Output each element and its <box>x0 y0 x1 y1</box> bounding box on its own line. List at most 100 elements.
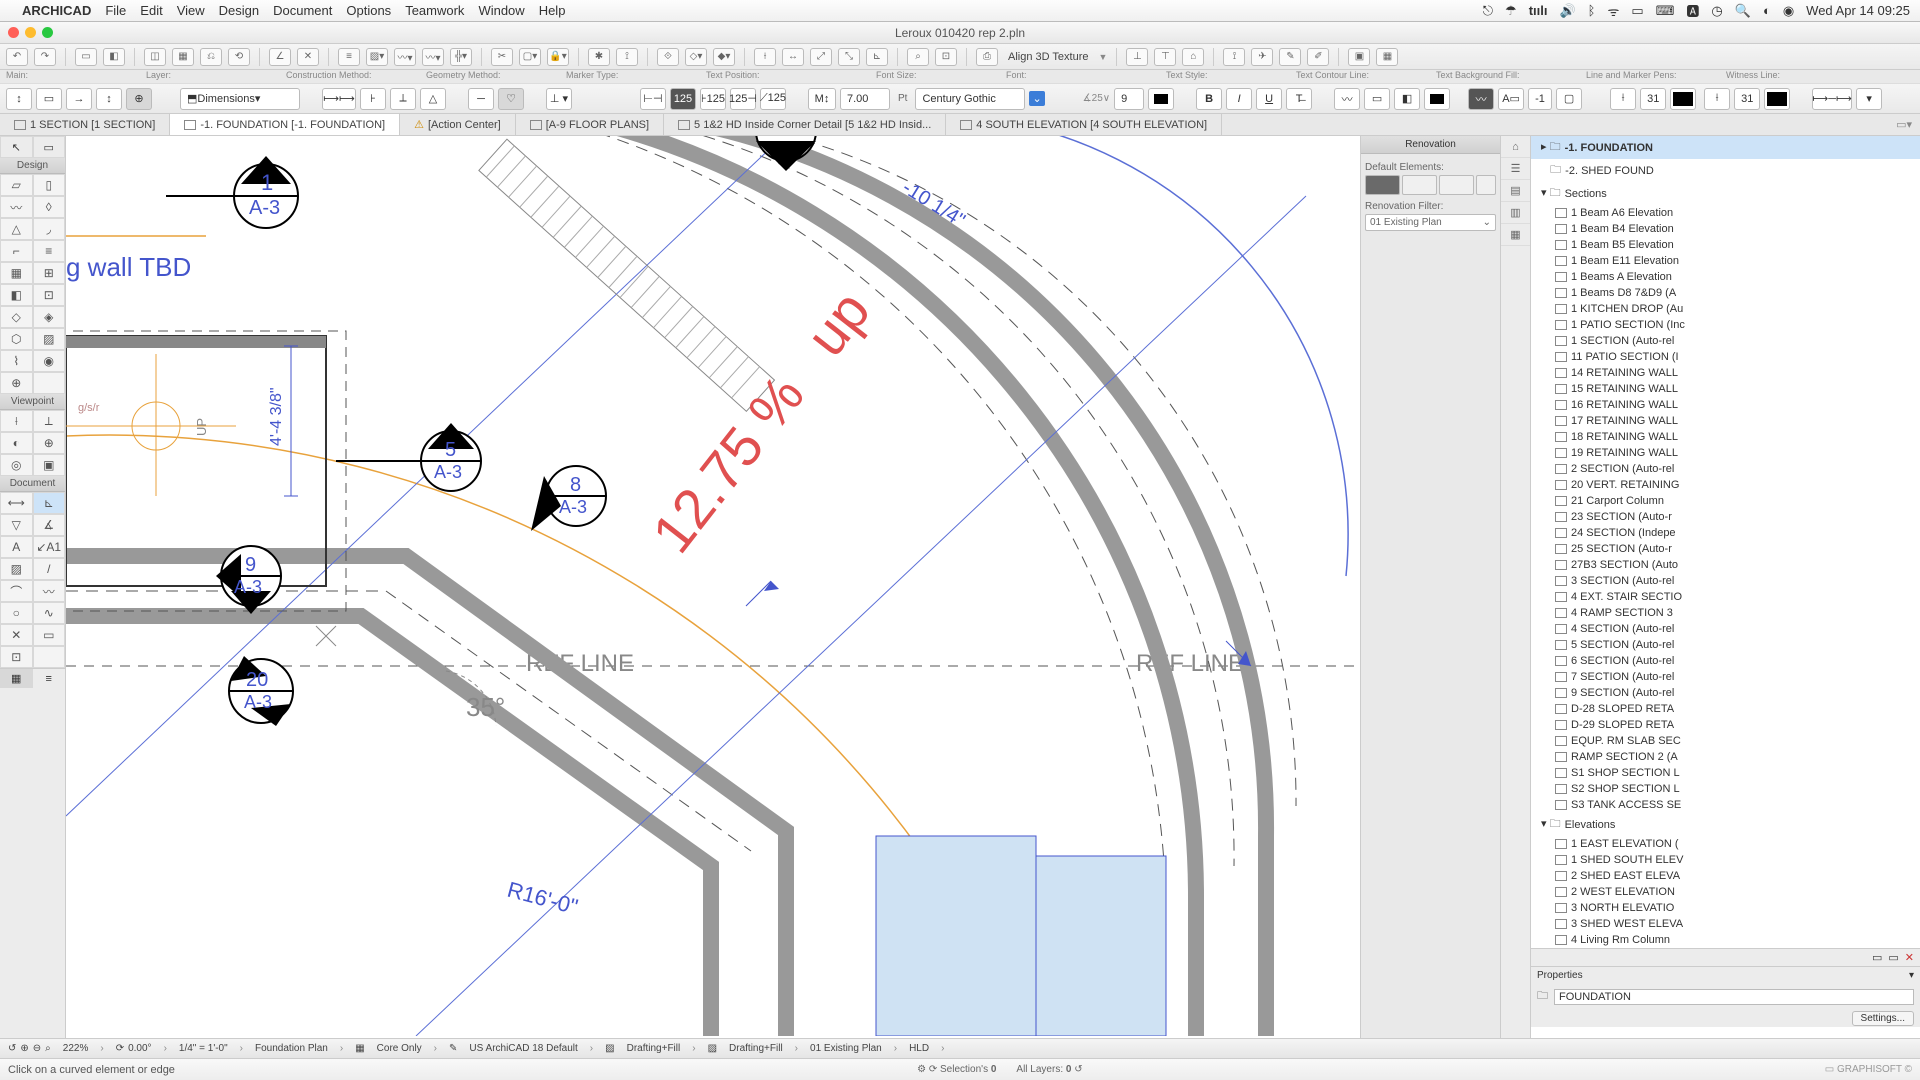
t-mesh[interactable]: ⌇ <box>0 350 33 372</box>
contour-pen[interactable] <box>1424 88 1450 110</box>
close-icon[interactable] <box>8 27 19 38</box>
reno-filter-select[interactable]: 01 Existing Plan⌄ <box>1365 214 1496 231</box>
reno-demo[interactable] <box>1439 175 1474 195</box>
nav-section-item[interactable]: 4 RAMP SECTION 3 <box>1531 605 1920 621</box>
menu-file[interactable]: File <box>105 3 126 18</box>
cm-1[interactable]: ⟼⟼ <box>322 88 356 110</box>
nav-elevation-item[interactable]: 1 EAST ELEVATION ( <box>1531 836 1920 852</box>
reno-new[interactable] <box>1402 175 1437 195</box>
tb-x5[interactable]: ◆▾ <box>713 48 735 66</box>
nav-section-item[interactable]: 3 SECTION (Auto-rel <box>1531 573 1920 589</box>
statusicon-search[interactable]: 🔍 <box>1735 3 1751 19</box>
tb-pen[interactable]: 〰▾ <box>422 48 444 66</box>
align3d-label[interactable]: Align 3D Texture <box>1004 51 1093 63</box>
angle-input[interactable]: 9 <box>1114 88 1144 110</box>
statusicon-1[interactable]: ⎋ <box>1483 3 1493 19</box>
statusicon-battery[interactable]: ▭ <box>1631 3 1643 19</box>
d-blank[interactable] <box>33 646 66 668</box>
tb-m8[interactable]: ⎙ <box>976 48 998 66</box>
pen1-input[interactable]: 31 <box>1640 88 1666 110</box>
traffic-lights[interactable] <box>8 27 53 38</box>
tb-m3[interactable]: ⤢ <box>810 48 832 66</box>
tp-4[interactable]: 125⊣ <box>730 88 756 110</box>
tab-section[interactable]: 1 SECTION [1 SECTION] <box>0 114 170 135</box>
nav-section-item[interactable]: 6 SECTION (Auto-rel <box>1531 653 1920 669</box>
tb-r7[interactable]: ✐ <box>1307 48 1329 66</box>
tb-grid[interactable]: ╬▾ <box>450 48 472 66</box>
nav-section-item[interactable]: 1 PATIO SECTION (Inc <box>1531 317 1920 333</box>
d-fig[interactable]: ▭ <box>33 624 66 646</box>
nav-section-item[interactable]: 21 Carport Column <box>1531 493 1920 509</box>
nav-section-item[interactable]: 1 Beam A6 Elevation <box>1531 205 1920 221</box>
tb-undo[interactable]: ↶ <box>6 48 28 66</box>
pen1-color[interactable] <box>1670 88 1696 110</box>
info-cursor[interactable]: ▭ <box>36 88 62 110</box>
drawing-canvas[interactable]: REF LINE REF LINE -10 1/4" <box>66 136 1360 1038</box>
nav-elevation-item[interactable]: 3 SHED WEST ELEVA <box>1531 916 1920 932</box>
tb-r4[interactable]: ⟟ <box>1223 48 1245 66</box>
t-wall[interactable]: ▱ <box>0 174 33 196</box>
sb-i4[interactable]: ⌕ <box>45 1043 51 1054</box>
tb-m6[interactable]: ⌕ <box>907 48 929 66</box>
menu-help[interactable]: Help <box>539 3 566 18</box>
tb-i2[interactable]: ◧ <box>103 48 125 66</box>
nav-section-item[interactable]: 18 RETAINING WALL <box>1531 429 1920 445</box>
menu-view[interactable]: View <box>177 3 205 18</box>
nav-section-item[interactable]: 27B3 SECTION (Auto <box>1531 557 1920 573</box>
nav-btn-1[interactable]: ▭ <box>1872 951 1882 964</box>
reno-existing[interactable] <box>1365 175 1400 195</box>
nav-section-item[interactable]: 25 SECTION (Auto-r <box>1531 541 1920 557</box>
tb-m7[interactable]: ⊡ <box>935 48 957 66</box>
nav-section-item[interactable]: 1 Beam B5 Elevation <box>1531 237 1920 253</box>
tb-lines[interactable]: ≡ <box>338 48 360 66</box>
t-window[interactable]: ⊡ <box>33 284 66 306</box>
tb-r1[interactable]: ⊥ <box>1126 48 1148 66</box>
tab-detail[interactable]: 5 1&2 HD Inside Corner Detail [5 1&2 HD … <box>664 114 946 135</box>
menu-design[interactable]: Design <box>219 3 259 18</box>
tab-elevation[interactable]: 4 SOUTH ELEVATION [4 SOUTH ELEVATION] <box>946 114 1222 135</box>
group-document[interactable]: Document <box>0 476 65 492</box>
statusicon-cc[interactable]: ◐ <box>1763 3 1771 18</box>
settings-button[interactable]: Settings... <box>1852 1011 1914 1026</box>
d-ang[interactable]: ∡ <box>33 514 66 536</box>
t-shell[interactable]: ◞ <box>33 218 66 240</box>
nav-elevation-item[interactable]: 1 SHED SOUTH ELEV <box>1531 852 1920 868</box>
statusicon-bt[interactable]: ᛒ <box>1588 3 1596 18</box>
strike-button[interactable]: T̶ <box>1286 88 1312 110</box>
nav-section-item[interactable]: 7 SECTION (Auto-rel <box>1531 669 1920 685</box>
tabs-menu[interactable]: ▭▾ <box>1888 118 1920 131</box>
tb-x4[interactable]: ◇▾ <box>685 48 707 66</box>
nav-btn-close[interactable]: ✕ <box>1905 951 1914 964</box>
tab-foundation[interactable]: -1. FOUNDATION [-1. FOUNDATION] <box>170 114 400 135</box>
d-fill[interactable]: ▨ <box>0 558 33 580</box>
nav-section-item[interactable]: 1 Beams D8 7&D9 (A <box>1531 285 1920 301</box>
italic-button[interactable]: I <box>1226 88 1252 110</box>
t-rail[interactable]: ≡ <box>33 240 66 262</box>
nav-section-item[interactable]: 1 SECTION (Auto-rel <box>1531 333 1920 349</box>
v-ws[interactable]: ⊕ <box>33 432 66 454</box>
tb-m1[interactable]: ⟊ <box>754 48 776 66</box>
info-i4[interactable]: ↕ <box>96 88 122 110</box>
nav-section-item[interactable]: 15 RETAINING WALL <box>1531 381 1920 397</box>
t-slab[interactable]: ◊ <box>33 196 66 218</box>
minimize-icon[interactable] <box>25 27 36 38</box>
tb-r9[interactable]: ▦ <box>1376 48 1398 66</box>
nav-home-icon[interactable]: ⌂ <box>1501 136 1530 158</box>
tb-m2[interactable]: ↔ <box>782 48 804 66</box>
menu-document[interactable]: Document <box>273 3 332 18</box>
nav-section-item[interactable]: EQUP. RM SLAB SEC <box>1531 733 1920 749</box>
tb-r5[interactable]: ✈ <box>1251 48 1273 66</box>
nav-i3[interactable]: ▤ <box>1501 180 1530 202</box>
d-rdim[interactable]: ⊾ <box>33 492 66 514</box>
arrow-tool[interactable]: ↖ <box>0 136 33 158</box>
tb-r6[interactable]: ✎ <box>1279 48 1301 66</box>
v-det[interactable]: ◎ <box>0 454 33 476</box>
reno-more[interactable] <box>1476 175 1496 195</box>
nav-elevation-item[interactable]: 2 SHED EAST ELEVA <box>1531 868 1920 884</box>
nav-section-item[interactable]: 1 Beam E11 Elevation <box>1531 253 1920 269</box>
tp-3[interactable]: ⊦125 <box>700 88 726 110</box>
ts-box[interactable] <box>1148 88 1174 110</box>
nav-section-item[interactable]: 24 SECTION (Indepe <box>1531 525 1920 541</box>
nav-section-item[interactable]: RAMP SECTION 2 (A <box>1531 749 1920 765</box>
tb-redo[interactable]: ↷ <box>34 48 56 66</box>
